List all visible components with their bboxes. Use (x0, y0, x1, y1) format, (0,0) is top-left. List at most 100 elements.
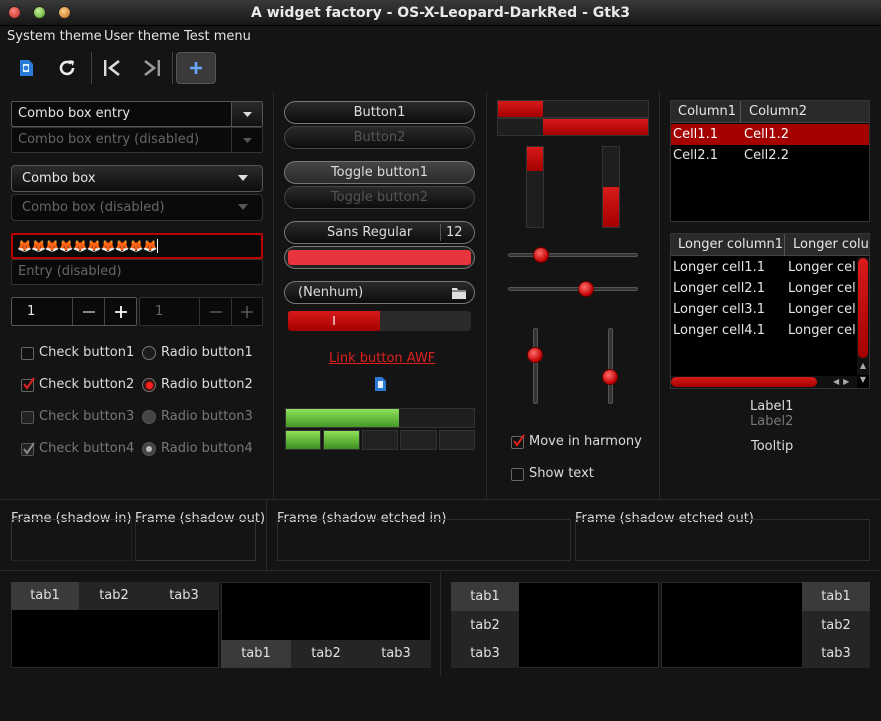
tree-cell: Cell2.2 (744, 148, 789, 163)
window-title: A widget factory - OS-X-Leopard-DarkRed … (250, 5, 630, 21)
tab-2[interactable]: tab2 (802, 611, 870, 640)
vertical-scale-1[interactable] (533, 328, 538, 404)
go-first-icon[interactable] (94, 52, 130, 84)
level-block (361, 430, 399, 450)
tab-3[interactable]: tab3 (802, 640, 870, 668)
horizontal-scale-2[interactable] (508, 287, 638, 291)
add-icon[interactable] (176, 52, 216, 84)
combo-box-entry-text: Combo box entry (18, 106, 131, 121)
combo-box-text: Combo box (22, 171, 96, 186)
level-block (400, 430, 437, 450)
show-text-label: Show text (529, 466, 594, 481)
minus-icon (199, 298, 231, 325)
tree-cell: Longer cell1 (788, 260, 856, 275)
vertical-progress-1 (526, 146, 544, 228)
tab-2[interactable]: tab2 (451, 611, 519, 640)
go-last-icon[interactable] (134, 52, 170, 84)
minus-icon[interactable] (72, 298, 104, 325)
horizontal-progress-1 (497, 100, 649, 118)
vertical-progress-2 (602, 146, 620, 228)
separator (266, 500, 267, 570)
refresh-icon[interactable] (49, 52, 85, 84)
entry-disabled-placeholder: Entry (disabled) (18, 264, 122, 279)
level-block (285, 430, 322, 450)
combo-entry-arrow-button[interactable] (231, 102, 262, 126)
toolbar (0, 48, 881, 90)
check-button-2-label: Check button2 (39, 377, 135, 392)
toggle-button-1[interactable]: Toggle button1 (284, 161, 475, 184)
radio-button-2[interactable] (142, 378, 156, 392)
move-in-harmony-check[interactable] (511, 434, 525, 449)
label-1: Label1 (750, 399, 794, 414)
level-block (438, 430, 476, 450)
scroll-up-icon[interactable]: ▲ (858, 360, 868, 371)
separator (0, 570, 881, 571)
combo-box-disabled: Combo box (disabled) (11, 194, 263, 221)
plus-icon (231, 298, 262, 325)
toggle-button-2-disabled: Toggle button2 (284, 186, 475, 209)
level-block (323, 430, 360, 450)
radio-button-3-label: Radio button3 (161, 409, 253, 424)
plus-icon[interactable] (104, 298, 136, 325)
level-fill: I (288, 311, 380, 331)
combo-box-entry[interactable]: Combo box entry (11, 101, 263, 127)
show-text-check[interactable] (511, 468, 524, 481)
combo-box-disabled-text: Combo box (disabled) (22, 200, 165, 215)
progress-bar (285, 408, 475, 428)
tab-1[interactable]: tab1 (221, 640, 291, 668)
entry-focused[interactable]: 🦊🦊🦊🦊🦊🦊🦊🦊🦊🦊 (11, 233, 263, 259)
menu-test[interactable]: Test menu (184, 29, 251, 44)
scroll-down-icon[interactable]: ▼ (858, 374, 868, 385)
app-icon[interactable] (8, 52, 44, 84)
label-2: Label2 (750, 414, 794, 429)
tab-3[interactable]: tab3 (149, 582, 219, 610)
combo-box[interactable]: Combo box (11, 165, 263, 192)
chevron-down-icon (231, 128, 262, 152)
scale-knob[interactable] (602, 369, 618, 386)
tree-cell: Cell1.2 (744, 127, 789, 142)
link-button[interactable]: Link button AWF (329, 351, 435, 366)
tab-1[interactable]: tab1 (451, 582, 519, 611)
button-1[interactable]: Button1 (284, 101, 475, 124)
folder-icon (451, 285, 467, 304)
radio-button-4-label: Radio button4 (161, 441, 253, 456)
vertical-scale-2[interactable] (608, 328, 613, 404)
check-button-1-label: Check button1 (39, 345, 135, 360)
frame-shadow-out (135, 519, 256, 561)
separator (659, 92, 660, 498)
radio-button-1[interactable] (142, 346, 156, 360)
tree-cell: Longer cell3.1 (673, 302, 765, 317)
text-cursor (157, 239, 159, 253)
tab-3[interactable]: tab3 (451, 640, 519, 668)
tooltip-label: Tooltip (751, 439, 794, 454)
horizontal-scale-1[interactable] (508, 253, 638, 257)
scale-knob[interactable] (578, 281, 594, 297)
spinner-icon (372, 376, 388, 396)
column-header-2[interactable]: Column2 (749, 104, 807, 119)
menu-system-theme[interactable]: System theme (7, 29, 102, 44)
column-header-1[interactable]: Column1 (678, 104, 736, 119)
column-header-1[interactable]: Longer column1 (678, 237, 783, 252)
check-button-1[interactable] (21, 347, 34, 360)
color-button[interactable] (284, 246, 475, 269)
scale-knob[interactable] (527, 346, 543, 363)
toolbar-separator (172, 52, 173, 84)
tab-2[interactable]: tab2 (79, 582, 149, 610)
tab-3[interactable]: tab3 (361, 640, 431, 668)
radio-button-3 (142, 410, 156, 424)
menu-user-theme[interactable]: User theme (104, 29, 180, 44)
scale-knob[interactable] (532, 247, 549, 263)
tree-cell: Longer cell1.1 (673, 260, 765, 275)
file-chooser-button[interactable]: (Nenhum) (284, 281, 475, 304)
scrollbar-thumb[interactable] (858, 258, 868, 358)
check-button-3-label: Check button3 (39, 409, 135, 424)
check-button-2[interactable] (21, 377, 35, 392)
spin-disabled-value: 1 (155, 304, 164, 319)
column-header-2[interactable]: Longer colum (793, 237, 869, 252)
scroll-left-right-icon[interactable]: ◀▶ (833, 376, 855, 388)
app-window: A widget factory - OS-X-Leopard-DarkRed … (0, 0, 881, 721)
tab-1[interactable]: tab1 (11, 582, 79, 610)
scrollbar-thumb[interactable] (671, 377, 817, 387)
tab-1[interactable]: tab1 (802, 582, 870, 611)
tab-2[interactable]: tab2 (291, 640, 361, 668)
